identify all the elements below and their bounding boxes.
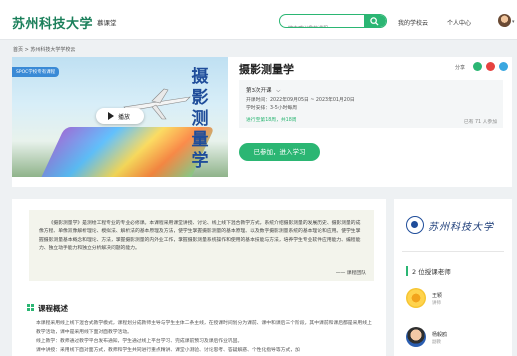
course-quote-box: 《摄影测量学》是测绘工程专业的专业必修课。本课程采用课堂讲授、讨论、线上线下混合… <box>29 210 374 281</box>
play-icon <box>108 112 114 120</box>
school-logo[interactable] <box>406 216 424 234</box>
overview-text: 本课程采用线上线下混合式教学模式，课程划分成教师主导与学生主体二条主线，在授课时… <box>36 319 372 355</box>
overview-paragraph: 线上教学：教师通过教学平台发布通知，学生通过线上平台学习、完成课前预习及课后作业… <box>36 339 243 344</box>
chevron-down-icon[interactable]: ▾ <box>512 19 515 25</box>
course-workload: 学时安排：3-5小时每周 <box>246 106 298 111</box>
search-bar <box>279 14 387 28</box>
breadcrumb[interactable]: 首页 > 苏州科技大学学校云 <box>13 46 75 53</box>
teacher-avatar[interactable] <box>406 288 426 308</box>
search-icon <box>370 17 379 26</box>
user-avatar[interactable] <box>498 14 511 27</box>
course-quote: 《摄影测量学》是测绘工程专业的专业必修课。本课程采用课堂讲授、讨论、线上线下混合… <box>39 221 361 251</box>
school-teachers-card: 苏州科技大学 2 位授课老师 王颖 讲师 杨毅鸥 副教 <box>394 199 512 356</box>
course-progress: 进行至第18周，共18周 <box>246 118 297 123</box>
school-name[interactable]: 苏州科技大学 <box>428 218 494 233</box>
term-select[interactable]: 第3次开课 ⌵ <box>246 86 280 95</box>
teacher-name[interactable]: 杨毅鸥 <box>432 331 447 338</box>
course-title: 摄影测量学 <box>239 63 294 76</box>
teacher-role: 讲师 <box>432 301 441 306</box>
course-info-panel: 第3次开课 ⌵ 开课时间：2022年09月05日 ~ 2023年01月20日 学… <box>239 80 503 128</box>
enrolled-count: 已有 71 人参加 <box>463 120 497 125</box>
course-intro-card: 《摄影测量学》是测绘工程专业的专业必修课。本课程采用课堂讲授、讨论、线上线下混合… <box>12 199 386 356</box>
search-button[interactable] <box>364 15 386 27</box>
spoc-badge: SPOC学校专有课程 <box>12 67 60 77</box>
share-label: 分享 <box>455 65 466 71</box>
enter-learning-button[interactable]: 已参加，进入学习 <box>239 143 320 161</box>
course-cover-video[interactable]: SPOC学校专有课程 摄影测量学 播放 <box>12 57 228 177</box>
overview-paragraph: 课中讲授：采用线下面对面方式，教师和学生共同进行重点精讲、课堂小测验、讨论思考、… <box>36 348 300 353</box>
qq-share-icon[interactable] <box>499 62 508 71</box>
cover-title: 摄影测量学 <box>191 67 209 171</box>
chevron-down-icon: ⌵ <box>276 88 281 94</box>
divider <box>402 251 504 252</box>
top-header: 苏州科技大学 慕课堂 我的学校云 个人中心 ▾ <box>0 0 517 40</box>
course-dates: 开课时间：2022年09月05日 ~ 2023年01月20日 <box>246 98 355 103</box>
my-school-link[interactable]: 我的学校云 <box>398 18 428 27</box>
overview-title: 课程概述 <box>38 304 68 313</box>
overview-paragraph: 本课程采用线上线下混合式教学模式，课程划分成教师主导与学生主体二条主线，在授课时… <box>36 321 372 335</box>
wechat-share-icon[interactable] <box>473 62 482 71</box>
quote-signature: —— 课程团队 <box>335 271 366 276</box>
weibo-share-icon[interactable] <box>486 62 495 71</box>
cover-terrain-image <box>39 127 215 177</box>
nav-mooc-link[interactable]: 慕课堂 <box>97 17 117 27</box>
grid-icon <box>27 304 34 311</box>
personal-center-link[interactable]: 个人中心 <box>447 18 471 27</box>
play-button[interactable]: 播放 <box>96 108 144 124</box>
teacher-role: 副教 <box>432 340 441 345</box>
teacher-name[interactable]: 王颖 <box>432 292 442 299</box>
teacher-avatar[interactable] <box>406 327 426 347</box>
teachers-heading: 2 位授课老师 <box>406 266 451 276</box>
play-label: 播放 <box>118 114 131 121</box>
course-hero: SPOC学校专有课程 摄影测量学 播放 摄影测量学 分享 第3次开课 ⌵ 开课时… <box>12 57 512 187</box>
search-input[interactable] <box>280 23 364 27</box>
site-logo[interactable]: 苏州科技大学 <box>12 13 93 32</box>
term-label: 第3次开课 <box>246 88 272 94</box>
